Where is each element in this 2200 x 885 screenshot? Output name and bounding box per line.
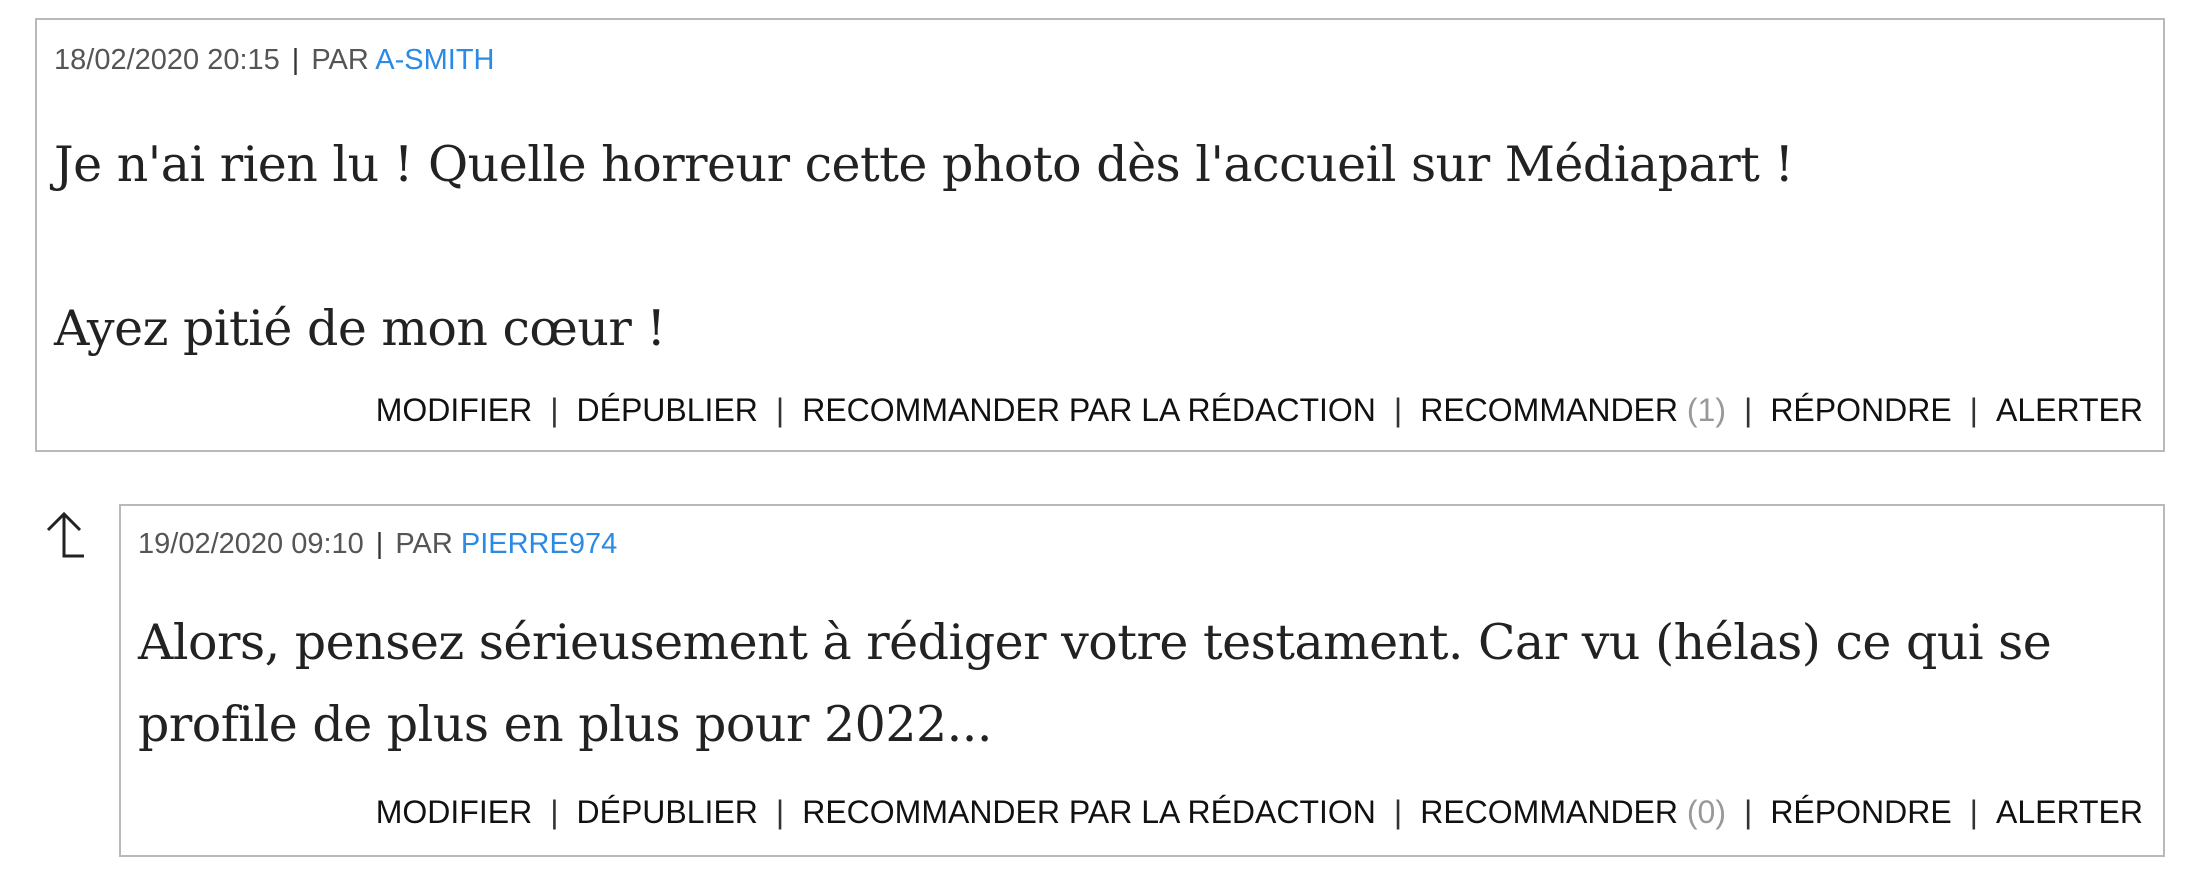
recommend-editorial-link[interactable]: RECOMMANDER PAR LA RÉDACTION (802, 794, 1376, 830)
modify-link[interactable]: MODIFIER (376, 794, 532, 830)
reply-comment-card: 19/02/2020 09:10 | PAR PIERRE974 Alors, pe… (119, 504, 2165, 857)
comment-body: Je n'ai rien lu ! Quelle horreur cette p… (54, 124, 2143, 370)
reply-link[interactable]: RÉPONDRE (1770, 392, 1951, 428)
unpublish-link[interactable]: DÉPUBLIER (577, 392, 758, 428)
comment-paragraph: Je n'ai rien lu ! Quelle horreur cette p… (54, 136, 1794, 193)
recommend-link[interactable]: RECOMMANDER (0) (1420, 794, 1726, 830)
alert-link[interactable]: ALERTER (1996, 794, 2143, 830)
recommend-count: (1) (1686, 392, 1726, 428)
meta-separator: | (291, 44, 300, 76)
meta-separator: | (375, 528, 384, 560)
action-separator: | (1744, 392, 1753, 428)
action-separator: | (1744, 794, 1753, 830)
alert-link[interactable]: ALERTER (1996, 392, 2143, 428)
modify-link[interactable]: MODIFIER (376, 392, 532, 428)
reply-arrow-up-icon (46, 511, 84, 558)
reply-link[interactable]: RÉPONDRE (1770, 794, 1951, 830)
comment-meta: 19/02/2020 09:10 | PAR PIERRE974 (138, 530, 617, 559)
by-label: PAR (395, 528, 453, 560)
comment-paragraph: Ayez pitié de mon cœur ! (54, 300, 666, 357)
comment-meta: 18/02/2020 20:15 | PAR A-SMITH (54, 46, 495, 75)
author-link[interactable]: A-SMITH (375, 44, 494, 76)
comment-date: 19/02/2020 09:10 (138, 528, 364, 560)
recommend-editorial-link[interactable]: RECOMMANDER PAR LA RÉDACTION (802, 392, 1376, 428)
action-separator: | (550, 392, 559, 428)
recommend-count: (0) (1686, 794, 1726, 830)
action-separator: | (1969, 794, 1978, 830)
comment-paragraph: Alors, pensez sérieusement à rédiger vot… (138, 614, 2052, 753)
recommend-link[interactable]: RECOMMANDER (1) (1420, 392, 1726, 428)
by-label: PAR (311, 44, 369, 76)
comment-actions: MODIFIER | DÉPUBLIER | RECOMMANDER PAR LA RÉ… (376, 796, 2143, 828)
comment-body: Alors, pensez sérieusement à rédiger vot… (138, 602, 2143, 766)
action-separator: | (1969, 392, 1978, 428)
action-separator: | (1393, 392, 1403, 428)
action-separator: | (1393, 794, 1403, 830)
comment-date: 18/02/2020 20:15 (54, 44, 280, 76)
comment-actions: MODIFIER | DÉPUBLIER | RECOMMANDER PAR LA RÉ… (376, 394, 2143, 426)
recommend-label: RECOMMANDER (1420, 392, 1678, 428)
action-separator: | (775, 794, 785, 830)
author-link[interactable]: PIERRE974 (461, 528, 617, 560)
comment-card: 18/02/2020 20:15 | PAR A-SMITH Je n'ai rie… (35, 18, 2165, 452)
action-separator: | (775, 392, 785, 428)
unpublish-link[interactable]: DÉPUBLIER (577, 794, 758, 830)
recommend-label: RECOMMANDER (1420, 794, 1678, 830)
action-separator: | (550, 794, 559, 830)
